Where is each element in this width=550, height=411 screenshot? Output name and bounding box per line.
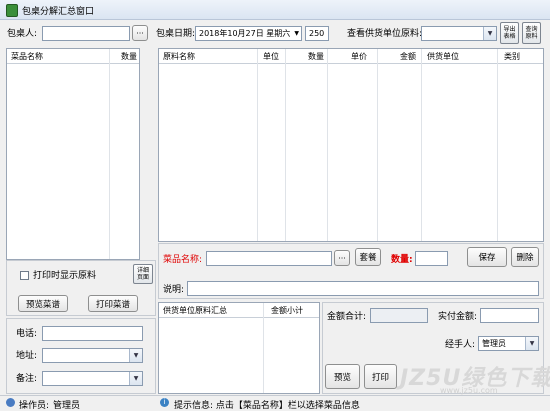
col-dish-name: 菜品名称 — [11, 52, 43, 61]
print-menu-button[interactable]: 打印菜谱 — [88, 295, 138, 312]
user-icon — [6, 398, 15, 407]
supplier-view-select[interactable]: ▼ — [421, 26, 497, 41]
app-icon — [6, 4, 18, 17]
detail-view-button[interactable]: 详细 页面 — [133, 264, 153, 284]
save-button[interactable]: 保存 — [467, 247, 507, 267]
date-picker[interactable]: 2018年10月27日 星期六 ▼ — [195, 26, 302, 41]
remark-label: 备注: — [16, 374, 38, 384]
col-quantity: 数量 — [308, 52, 324, 61]
remark-select[interactable]: ▼ — [42, 371, 143, 386]
operator-label: 操作员: — [19, 401, 50, 411]
column-divider — [109, 49, 110, 259]
print-materials-label: 打印时显示原料 — [33, 271, 97, 281]
print-button[interactable]: 打印 — [364, 364, 397, 389]
date-label: 包桌日期: — [156, 29, 196, 39]
date-spin-input[interactable]: 250 — [305, 26, 329, 41]
title-bar: 包桌分解汇总窗口 — [0, 0, 550, 20]
dish-name-label: 菜品名称: — [163, 255, 203, 265]
info-icon: i — [160, 398, 169, 407]
column-divider — [497, 49, 498, 241]
col-unit-price: 单价 — [351, 52, 367, 61]
col-amount-subtotal: 金额小计 — [271, 306, 303, 315]
table-person-label: 包桌人: — [7, 29, 38, 39]
column-divider — [285, 49, 286, 241]
col-unit: 单位 — [263, 52, 279, 61]
chevron-down-icon: ▼ — [129, 372, 142, 385]
column-divider — [377, 49, 378, 241]
table-person-input[interactable] — [42, 26, 130, 41]
column-divider — [327, 49, 328, 241]
address-select[interactable]: ▼ — [42, 348, 143, 363]
col-category: 类别 — [504, 52, 520, 61]
table-person-browse-button[interactable]: ··· — [132, 25, 148, 41]
dish-name-browse-button[interactable]: ··· — [334, 250, 350, 266]
package-button[interactable]: 套餐 — [355, 248, 381, 266]
chevron-down-icon: ▼ — [525, 337, 538, 350]
print-materials-checkbox[interactable] — [20, 271, 29, 280]
paid-amount-input[interactable] — [480, 308, 539, 323]
supplier-summary-grid[interactable]: 供货单位原料汇总 金额小计 — [158, 302, 320, 394]
materials-header: 原料名称 单位 数量 单价 金额 供货单位 类别 — [159, 49, 543, 64]
dish-name-input[interactable] — [206, 251, 332, 266]
quantity-label: 数量: — [391, 255, 413, 265]
materials-grid[interactable]: 原料名称 单位 数量 单价 金额 供货单位 类别 — [158, 48, 544, 242]
dish-list-grid[interactable]: 菜品名称 数量 — [6, 48, 140, 260]
status-bar: 操作员: 管理员 i 提示信息: 点击【菜品名称】栏以选择菜品信息 — [0, 395, 550, 411]
operator-value: 管理员 — [53, 401, 81, 411]
query-materials-button[interactable]: 查询 原料 — [522, 22, 541, 44]
column-divider — [263, 303, 264, 393]
supplier-view-label: 查看供货单位原料: — [347, 29, 423, 39]
col-supplier-summary: 供货单位原料汇总 — [163, 306, 227, 315]
handler-select[interactable]: 管理员 ▼ — [478, 336, 539, 351]
col-amount: 金额 — [400, 52, 416, 61]
window-title: 包桌分解汇总窗口 — [22, 7, 95, 17]
note-label: 说明: — [163, 285, 185, 295]
paid-amount-label: 实付金额: — [438, 312, 478, 322]
status-hint: 提示信息: 点击【菜品名称】栏以选择菜品信息 — [174, 401, 360, 411]
chevron-down-icon: ▼ — [129, 349, 142, 362]
handler-value: 管理员 — [482, 339, 506, 348]
quantity-input[interactable] — [415, 251, 448, 266]
date-value: 2018年10月27日 星期六 — [199, 29, 291, 38]
col-dish-qty: 数量 — [121, 52, 137, 61]
column-divider — [257, 49, 258, 241]
column-divider — [421, 49, 422, 241]
export-excel-button[interactable]: 导出 表格 — [500, 22, 519, 44]
summary-header: 供货单位原料汇总 金额小计 — [159, 303, 319, 318]
col-supplier: 供货单位 — [427, 52, 459, 61]
amount-total-label: 金额合计: — [327, 312, 367, 322]
chevron-down-icon: ▼ — [483, 27, 496, 40]
watermark-url: www.jz5u.com — [440, 386, 498, 395]
delete-button[interactable]: 删除 — [511, 247, 539, 267]
dish-list-header: 菜品名称 数量 — [7, 49, 139, 64]
preview-button[interactable]: 预览 — [325, 364, 360, 389]
preview-menu-button[interactable]: 预览菜谱 — [18, 295, 68, 312]
amount-total-display — [370, 308, 428, 323]
handler-label: 经手人: — [445, 340, 476, 350]
phone-input[interactable] — [42, 326, 143, 341]
phone-label: 电话: — [16, 329, 38, 339]
note-input[interactable] — [187, 281, 539, 296]
address-label: 地址: — [16, 351, 38, 361]
chevron-down-icon: ▼ — [294, 30, 299, 37]
col-material-name: 原料名称 — [163, 52, 195, 61]
